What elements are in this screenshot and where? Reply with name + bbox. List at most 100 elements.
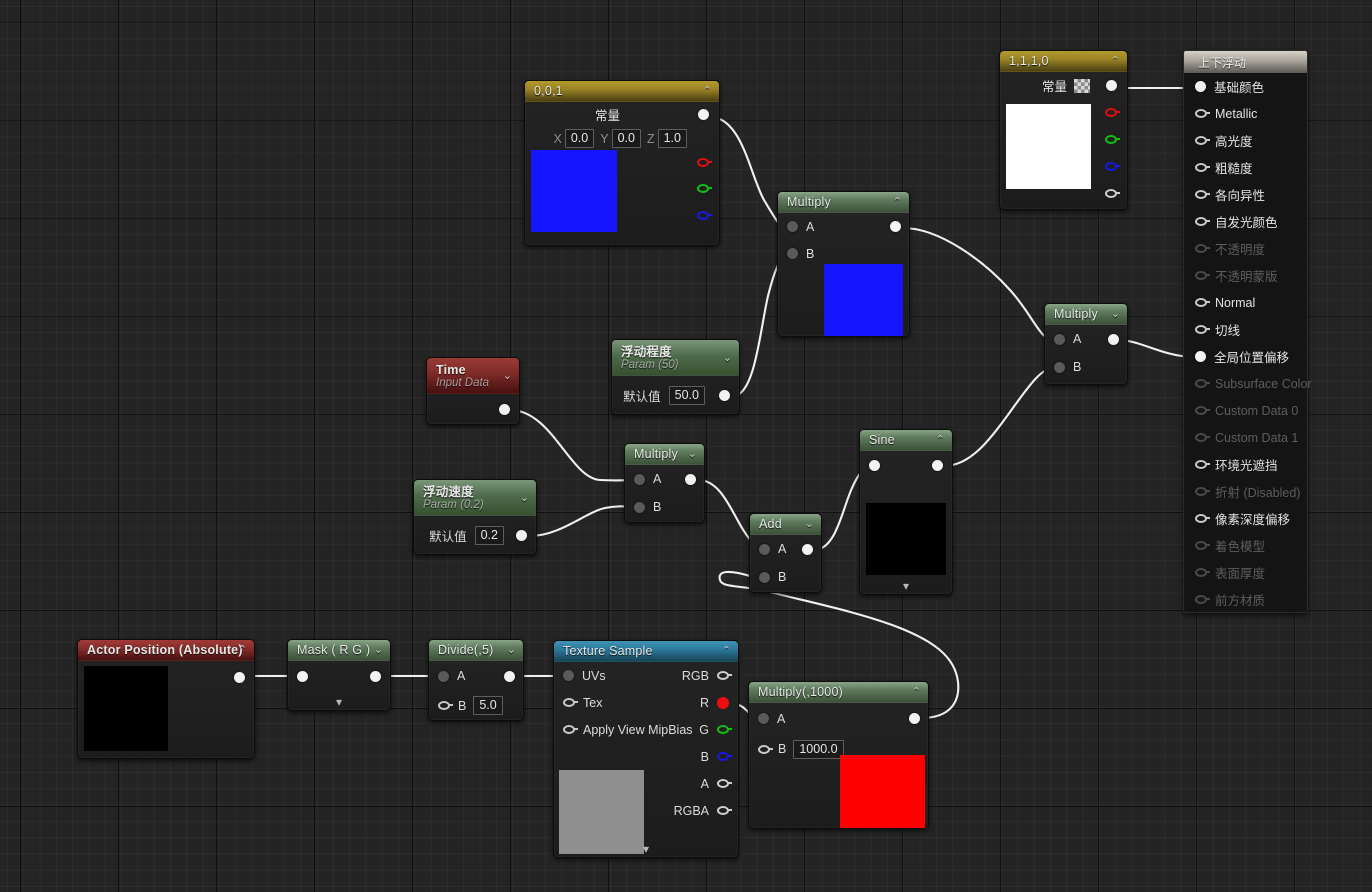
material-output-pin[interactable]: 自发光颜色 bbox=[1184, 208, 1307, 235]
input-b-value[interactable]: 5.0 bbox=[473, 696, 503, 715]
output-pin[interactable] bbox=[1108, 333, 1119, 345]
output-pin-disabled[interactable] bbox=[1195, 271, 1210, 280]
material-output-pin[interactable]: 像素深度偏移 bbox=[1184, 505, 1307, 532]
output-pin[interactable] bbox=[802, 543, 813, 555]
material-graph-canvas[interactable]: 上下浮动 基础颜色 Metallic 高光度 粗糙度 各向异性 自发光颜色 不透明度 不透明蒙… bbox=[0, 0, 1372, 892]
material-output-pin[interactable]: 基础颜色 bbox=[1184, 73, 1307, 100]
node-multiply-right[interactable]: Multiply A B bbox=[1044, 303, 1128, 385]
output-pin[interactable] bbox=[1195, 190, 1210, 199]
material-output-pin[interactable]: 全局位置偏移 bbox=[1184, 343, 1307, 370]
output-pin[interactable] bbox=[1195, 109, 1210, 118]
input-b-value[interactable]: 1000.0 bbox=[793, 739, 844, 759]
chevron-down-icon[interactable]: ▾ bbox=[554, 843, 738, 855]
node-sine[interactable]: Sine ▾ bbox=[859, 429, 953, 595]
output-pin-disabled[interactable] bbox=[1195, 244, 1210, 253]
material-output-pin[interactable]: 切线 bbox=[1184, 316, 1307, 343]
chevron-down-icon[interactable] bbox=[805, 519, 814, 529]
input-pin-b[interactable] bbox=[438, 701, 453, 710]
chevron-down-icon[interactable] bbox=[507, 645, 516, 655]
output-pin[interactable] bbox=[1195, 217, 1210, 226]
chevron-up-icon[interactable] bbox=[238, 645, 247, 655]
node-add[interactable]: Add A B bbox=[749, 513, 822, 593]
chevron-up-icon[interactable] bbox=[893, 197, 902, 207]
node-multiply-1000[interactable]: Multiply(,1000) A B 1000.0 bbox=[748, 681, 929, 829]
input-pin-b[interactable] bbox=[758, 744, 773, 754]
material-output-pin[interactable]: 粗糙度 bbox=[1184, 154, 1307, 181]
output-pin-disabled[interactable] bbox=[1195, 595, 1210, 604]
material-output-pin[interactable]: 各向异性 bbox=[1184, 181, 1307, 208]
node-texture-sample[interactable]: Texture Sample UVs RGB Tex R Apply View … bbox=[553, 640, 739, 858]
input-pin-a[interactable] bbox=[438, 670, 449, 682]
input-pin-b[interactable] bbox=[1054, 361, 1065, 373]
output-pin[interactable] bbox=[1195, 325, 1210, 334]
node-time[interactable]: Time Input Data bbox=[426, 357, 520, 425]
chevron-up-icon[interactable] bbox=[1111, 56, 1120, 66]
axis-x-input[interactable]: 0.0 bbox=[564, 129, 595, 148]
default-value-input[interactable]: 0.2 bbox=[474, 526, 504, 545]
node-header[interactable]: Divide(,5) bbox=[429, 640, 523, 661]
chevron-down-icon[interactable] bbox=[723, 353, 732, 363]
output-pin[interactable] bbox=[685, 473, 696, 485]
output-pin-g[interactable] bbox=[717, 725, 732, 734]
output-pin-disabled[interactable] bbox=[1195, 568, 1210, 577]
material-output-pin[interactable]: Subsurface Color bbox=[1184, 370, 1312, 397]
output-pin[interactable] bbox=[1195, 514, 1210, 523]
input-pin-a[interactable] bbox=[787, 221, 798, 232]
chevron-down-icon[interactable] bbox=[520, 493, 529, 503]
output-pin-disabled[interactable] bbox=[1195, 487, 1210, 496]
output-pin[interactable] bbox=[909, 713, 920, 724]
output-pin[interactable] bbox=[516, 530, 527, 541]
node-constant-001[interactable]: 0,0,1 常量 X 0.0 Y 0.0 Z 1.0 bbox=[524, 80, 720, 246]
chevron-down-icon[interactable]: ▾ bbox=[288, 696, 390, 708]
output-pin-rgba[interactable] bbox=[717, 806, 732, 815]
input-pin-a[interactable] bbox=[758, 713, 769, 724]
node-param-float-amount[interactable]: 浮动程度 Param (50) 默认值 50.0 bbox=[611, 339, 740, 415]
output-pin-r[interactable] bbox=[717, 696, 729, 709]
material-output-node[interactable]: 上下浮动 基础颜色 Metallic 高光度 粗糙度 各向异性 自发光颜色 不透明度 不透明蒙… bbox=[1183, 50, 1312, 613]
material-output-pin[interactable]: 不透明蒙版 bbox=[1184, 262, 1307, 289]
node-header[interactable]: Actor Position (Absolute) bbox=[78, 640, 254, 661]
output-pin-g[interactable] bbox=[1105, 135, 1120, 144]
chevron-up-icon[interactable] bbox=[703, 86, 712, 96]
output-pin-b[interactable] bbox=[717, 752, 732, 761]
chevron-up-icon[interactable] bbox=[912, 687, 921, 697]
chevron-down-icon[interactable] bbox=[688, 449, 697, 459]
node-header[interactable]: Multiply bbox=[778, 192, 909, 213]
input-pin-b[interactable] bbox=[759, 571, 770, 583]
output-pin-disabled[interactable] bbox=[1195, 406, 1210, 415]
output-pin-disabled[interactable] bbox=[1195, 379, 1210, 388]
input-pin-apply-view-mipbias[interactable] bbox=[563, 725, 578, 734]
output-pin[interactable] bbox=[370, 670, 381, 682]
default-value-input[interactable]: 50.0 bbox=[668, 386, 705, 405]
material-output-pin[interactable]: 环境光遮挡 bbox=[1184, 451, 1307, 478]
input-pin-a[interactable] bbox=[634, 473, 645, 485]
node-header[interactable]: Mask ( R G ) bbox=[288, 640, 390, 661]
axis-z-input[interactable]: 1.0 bbox=[657, 129, 687, 148]
material-output-pin[interactable]: Normal bbox=[1184, 289, 1307, 316]
chevron-down-icon[interactable] bbox=[503, 371, 512, 381]
output-pin-disabled[interactable] bbox=[1195, 541, 1210, 550]
node-header[interactable]: Multiply bbox=[1045, 304, 1127, 325]
input-pin-tex[interactable] bbox=[563, 698, 578, 707]
chevron-down-icon[interactable] bbox=[1111, 309, 1120, 319]
output-pin[interactable] bbox=[504, 670, 515, 682]
output-pin[interactable] bbox=[1195, 460, 1210, 469]
input-pin-b[interactable] bbox=[634, 501, 645, 513]
material-output-pin[interactable]: 高光度 bbox=[1184, 127, 1307, 154]
output-pin-connected[interactable] bbox=[1195, 351, 1206, 362]
node-param-float-speed[interactable]: 浮动速度 Param (0.2) 默认值 0.2 bbox=[413, 479, 537, 555]
material-output-pin[interactable]: Custom Data 1 bbox=[1184, 424, 1307, 451]
material-output-pin[interactable]: 前方材质 bbox=[1184, 586, 1307, 613]
output-pin-a[interactable] bbox=[1105, 189, 1120, 198]
node-multiply-top[interactable]: Multiply A B bbox=[777, 191, 910, 337]
axis-y-input[interactable]: 0.0 bbox=[611, 129, 641, 148]
chevron-up-icon[interactable] bbox=[722, 646, 731, 656]
node-multiply-mid[interactable]: Multiply A B bbox=[624, 443, 705, 523]
chevron-down-icon[interactable] bbox=[374, 645, 383, 655]
node-header[interactable]: Texture Sample bbox=[554, 641, 738, 662]
output-pin-disabled[interactable] bbox=[1195, 433, 1210, 442]
output-pin[interactable] bbox=[1195, 136, 1210, 145]
input-pin-uvs[interactable] bbox=[563, 670, 574, 681]
output-pin-rgb[interactable] bbox=[717, 671, 732, 680]
node-divide-5[interactable]: Divide(,5) A B 5.0 bbox=[428, 639, 524, 721]
